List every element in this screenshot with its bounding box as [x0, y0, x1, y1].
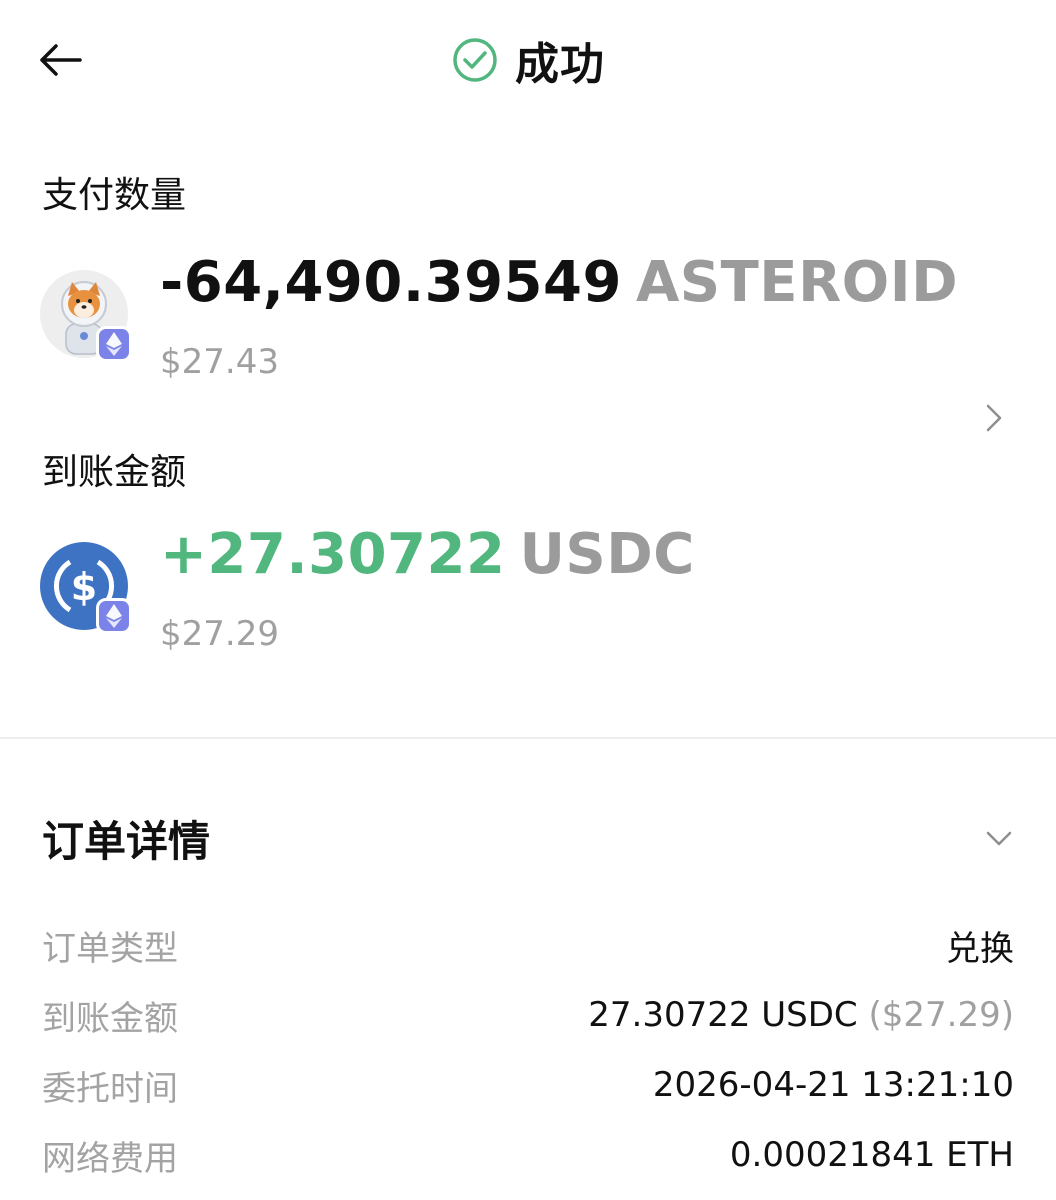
- order-details-title: 订单详情: [42, 816, 211, 866]
- header: 成功: [0, 30, 1056, 90]
- detail-value-main: 27.30722 USDC: [588, 995, 858, 1035]
- detail-row-received-amount: 到账金额 27.30722 USDC ($27.29): [42, 980, 1014, 1050]
- check-circle-icon: [451, 36, 499, 84]
- detail-row-order-time: 委托时间 2026-04-21 13:21:10: [42, 1050, 1014, 1120]
- page-title: 成功: [515, 39, 605, 90]
- receive-usd-value: $27.29: [160, 614, 279, 654]
- detail-label: 订单类型: [42, 928, 178, 969]
- detail-label: 到账金额: [42, 998, 178, 1039]
- receive-token-row: $ +27.30722 USDC $27.29: [40, 522, 1056, 662]
- pay-amount: -64,490.39549 ASTEROID: [160, 250, 958, 315]
- swap-success-screen: 成功 支付数量 -64,490.39549 ASTEROID $27.43 到账…: [0, 0, 1056, 1200]
- usdc-token-icon: $: [40, 542, 132, 634]
- pay-token-symbol: ASTEROID: [635, 250, 959, 315]
- detail-row-network-fee: 网络费用 0.00021841 ETH: [42, 1120, 1014, 1190]
- chevron-right-icon[interactable]: [982, 400, 1006, 436]
- receive-amount-value: +27.30722: [160, 522, 506, 587]
- pay-token-row: -64,490.39549 ASTEROID $27.43: [40, 250, 1056, 390]
- detail-row-order-type: 订单类型 兑换: [42, 910, 1014, 980]
- detail-value: 2026-04-21 13:21:10: [652, 1065, 1014, 1105]
- pay-usd-value: $27.43: [160, 342, 279, 382]
- receive-amount: +27.30722 USDC: [160, 522, 695, 587]
- svg-text:$: $: [71, 565, 97, 609]
- detail-value: 兑换: [946, 928, 1014, 969]
- detail-value-usd: ($27.29): [868, 995, 1015, 1035]
- detail-label: 委托时间: [42, 1068, 178, 1109]
- shiba-astronaut-token-icon: [40, 270, 132, 362]
- detail-value: 0.00021841 ETH: [729, 1135, 1014, 1175]
- order-details-header[interactable]: 订单详情: [42, 808, 1016, 868]
- chevron-down-icon[interactable]: [982, 821, 1016, 855]
- pay-amount-label: 支付数量: [42, 175, 187, 216]
- pay-amount-value: -64,490.39549: [160, 250, 622, 315]
- receive-amount-label: 到账金额: [42, 452, 187, 493]
- section-divider: [0, 737, 1056, 739]
- detail-label: 网络费用: [42, 1138, 178, 1179]
- detail-value: 27.30722 USDC ($27.29): [588, 995, 1014, 1035]
- receive-token-symbol: USDC: [519, 522, 695, 587]
- order-details-list: 订单类型 兑换 到账金额 27.30722 USDC ($27.29) 委托时间…: [42, 910, 1014, 1190]
- ethereum-icon: [96, 598, 132, 634]
- ethereum-icon: [96, 326, 132, 362]
